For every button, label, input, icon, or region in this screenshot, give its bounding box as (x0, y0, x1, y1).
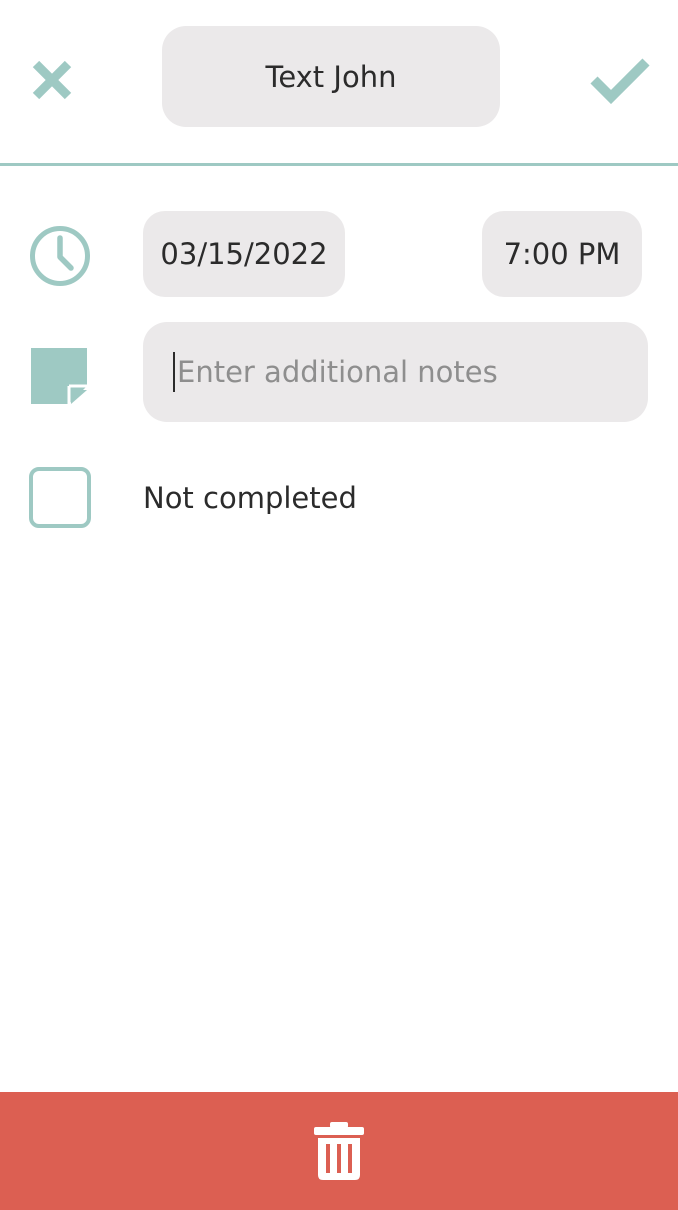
header (0, 0, 678, 165)
confirm-button[interactable] (584, 48, 656, 112)
completion-status-label: Not completed (143, 481, 357, 515)
task-title-input[interactable] (162, 26, 500, 127)
completed-checkbox[interactable] (29, 467, 91, 528)
clock-icon (26, 222, 94, 290)
sticky-note-icon (28, 345, 90, 407)
close-icon (32, 60, 72, 100)
text-caret (173, 352, 175, 392)
checkmark-icon (590, 58, 650, 104)
time-value: 7:00 PM (503, 237, 621, 271)
date-value: 03/15/2022 (160, 237, 328, 271)
trash-icon (314, 1122, 364, 1180)
header-divider (0, 163, 678, 166)
time-picker[interactable]: 7:00 PM (482, 211, 642, 297)
delete-button[interactable] (0, 1092, 678, 1210)
notes-placeholder: Enter additional notes (177, 355, 498, 389)
cancel-button[interactable] (22, 50, 82, 110)
edit-task-screen: 03/15/2022 7:00 PM Enter additional note… (0, 0, 678, 1210)
notes-input[interactable]: Enter additional notes (143, 322, 648, 422)
date-picker[interactable]: 03/15/2022 (143, 211, 345, 297)
